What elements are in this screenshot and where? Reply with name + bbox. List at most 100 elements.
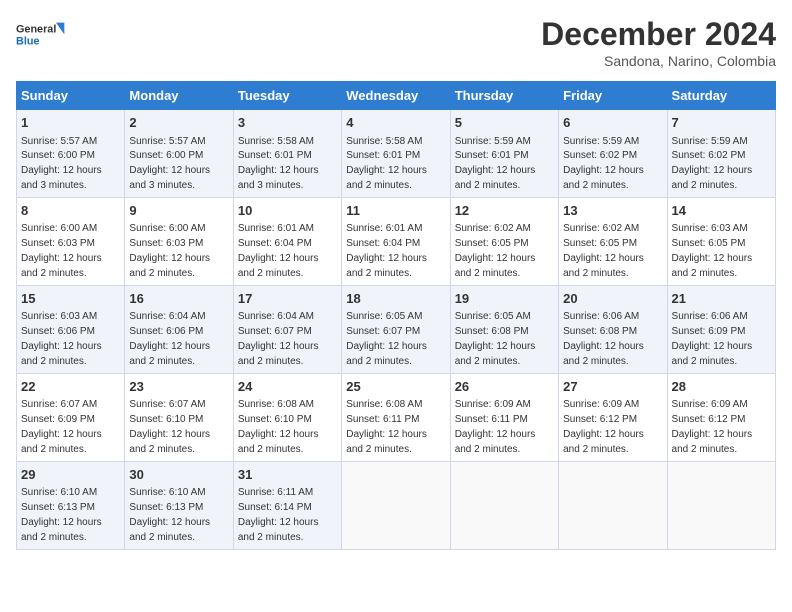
day-info-line: Sunset: 6:05 PM	[672, 238, 746, 249]
day-info-line: Sunset: 6:10 PM	[238, 414, 312, 425]
day-cell: 31Sunrise: 6:11 AMSunset: 6:14 PMDayligh…	[233, 461, 341, 549]
day-info-line: Sunset: 6:05 PM	[455, 238, 529, 249]
day-cell: 16Sunrise: 6:04 AMSunset: 6:06 PMDayligh…	[125, 285, 233, 373]
day-info-line: Daylight: 12 hours and 2 minutes.	[455, 253, 536, 279]
day-info-line: Sunrise: 6:02 AM	[455, 223, 531, 234]
day-info-line: Sunrise: 6:03 AM	[21, 311, 97, 322]
day-info-line: Sunset: 6:06 PM	[21, 326, 95, 337]
day-number: 23	[129, 378, 228, 396]
day-number: 15	[21, 290, 120, 308]
day-number: 7	[672, 114, 771, 132]
day-info-line: Sunset: 6:00 PM	[21, 150, 95, 161]
day-number: 28	[672, 378, 771, 396]
day-cell: 24Sunrise: 6:08 AMSunset: 6:10 PMDayligh…	[233, 373, 341, 461]
header-thursday: Thursday	[450, 82, 558, 110]
day-cell: 6Sunrise: 5:59 AMSunset: 6:02 PMDaylight…	[559, 110, 667, 198]
month-title: December 2024	[541, 16, 776, 53]
day-cell: 29Sunrise: 6:10 AMSunset: 6:13 PMDayligh…	[17, 461, 125, 549]
day-cell: 20Sunrise: 6:06 AMSunset: 6:08 PMDayligh…	[559, 285, 667, 373]
day-info-line: Daylight: 12 hours and 2 minutes.	[455, 341, 536, 367]
day-cell: 27Sunrise: 6:09 AMSunset: 6:12 PMDayligh…	[559, 373, 667, 461]
day-info-line: Sunset: 6:05 PM	[563, 238, 637, 249]
day-number: 6	[563, 114, 662, 132]
day-info-line: Daylight: 12 hours and 2 minutes.	[21, 341, 102, 367]
day-number: 24	[238, 378, 337, 396]
day-info-line: Sunrise: 6:07 AM	[129, 399, 205, 410]
day-cell: 28Sunrise: 6:09 AMSunset: 6:12 PMDayligh…	[667, 373, 775, 461]
day-info-line: Daylight: 12 hours and 3 minutes.	[129, 165, 210, 191]
day-info-line: Sunrise: 6:03 AM	[672, 223, 748, 234]
day-info-line: Daylight: 12 hours and 2 minutes.	[238, 517, 319, 543]
day-info-line: Sunset: 6:04 PM	[238, 238, 312, 249]
day-info-line: Daylight: 12 hours and 2 minutes.	[346, 253, 427, 279]
day-cell: 14Sunrise: 6:03 AMSunset: 6:05 PMDayligh…	[667, 197, 775, 285]
day-info-line: Sunrise: 6:09 AM	[563, 399, 639, 410]
logo: General Blue	[16, 16, 66, 56]
day-number: 3	[238, 114, 337, 132]
day-number: 11	[346, 202, 445, 220]
day-info-line: Daylight: 12 hours and 2 minutes.	[563, 253, 644, 279]
day-cell: 13 Sunrise: 6:02 AM Sunset: 6:05 PM Dayligh…	[559, 197, 667, 285]
day-number: 19	[455, 290, 554, 308]
day-number: 14	[672, 202, 771, 220]
day-info-line: Sunrise: 6:05 AM	[346, 311, 422, 322]
calendar-table: SundayMondayTuesdayWednesdayThursdayFrid…	[16, 81, 776, 550]
day-info-line: Daylight: 12 hours and 2 minutes.	[346, 341, 427, 367]
day-info-line: Sunset: 6:09 PM	[21, 414, 95, 425]
day-number: 5	[455, 114, 554, 132]
day-cell: 11Sunrise: 6:01 AMSunset: 6:04 PMDayligh…	[342, 197, 450, 285]
day-cell: 30Sunrise: 6:10 AMSunset: 6:13 PMDayligh…	[125, 461, 233, 549]
week-row-3: 15 Sunrise: 6:03 AM Sunset: 6:06 PM Dayligh…	[17, 285, 776, 373]
day-number: 1	[21, 114, 120, 132]
day-info-line: Sunrise: 5:57 AM	[21, 136, 97, 147]
day-number: 10	[238, 202, 337, 220]
day-cell	[667, 461, 775, 549]
day-info-line: Sunset: 6:03 PM	[21, 238, 95, 249]
day-info-line: Sunset: 6:11 PM	[346, 414, 419, 425]
day-info-line: Sunrise: 5:58 AM	[238, 136, 314, 147]
svg-text:General: General	[16, 24, 56, 36]
day-info-line: Sunrise: 6:09 AM	[455, 399, 531, 410]
day-number: 16	[129, 290, 228, 308]
day-number: 21	[672, 290, 771, 308]
day-info-line: Daylight: 12 hours and 2 minutes.	[238, 429, 319, 455]
day-info-line: Daylight: 12 hours and 2 minutes.	[21, 253, 102, 279]
day-number: 27	[563, 378, 662, 396]
day-info-line: Sunrise: 6:04 AM	[129, 311, 205, 322]
day-cell: 4Sunrise: 5:58 AMSunset: 6:01 PMDaylight…	[342, 110, 450, 198]
day-number: 26	[455, 378, 554, 396]
day-cell: 9Sunrise: 6:00 AMSunset: 6:03 PMDaylight…	[125, 197, 233, 285]
day-info-line: Sunset: 6:01 PM	[346, 150, 420, 161]
day-number: 13	[563, 202, 662, 220]
week-row-5: 29Sunrise: 6:10 AMSunset: 6:13 PMDayligh…	[17, 461, 776, 549]
day-cell: 1 Sunrise: 5:57 AM Sunset: 6:00 PM Daylight…	[17, 110, 125, 198]
day-cell: 5Sunrise: 5:59 AMSunset: 6:01 PMDaylight…	[450, 110, 558, 198]
day-info-line: Sunrise: 6:08 AM	[346, 399, 422, 410]
day-number: 17	[238, 290, 337, 308]
day-cell: 7Sunrise: 5:59 AMSunset: 6:02 PMDaylight…	[667, 110, 775, 198]
day-cell: 12 Sunrise: 6:02 AM Sunset: 6:05 PM Dayligh…	[450, 197, 558, 285]
day-info-line: Sunrise: 6:06 AM	[672, 311, 748, 322]
day-info-line: Daylight: 12 hours and 3 minutes.	[21, 165, 102, 191]
day-number: 12	[455, 202, 554, 220]
day-info-line: Sunrise: 6:07 AM	[21, 399, 97, 410]
calendar-header-row: SundayMondayTuesdayWednesdayThursdayFrid…	[17, 82, 776, 110]
page-header: General Blue December 2024 Sandona, Nari…	[16, 16, 776, 69]
day-info-line: Sunrise: 6:02 AM	[563, 223, 639, 234]
day-info-line: Daylight: 12 hours and 2 minutes.	[129, 517, 210, 543]
header-wednesday: Wednesday	[342, 82, 450, 110]
day-info-line: Sunset: 6:12 PM	[672, 414, 746, 425]
day-info-line: Daylight: 12 hours and 2 minutes.	[346, 165, 427, 191]
day-info-line: Sunrise: 6:04 AM	[238, 311, 314, 322]
day-cell: 23Sunrise: 6:07 AMSunset: 6:10 PMDayligh…	[125, 373, 233, 461]
day-info-line: Sunrise: 5:59 AM	[563, 136, 639, 147]
day-cell: 8Sunrise: 6:00 AMSunset: 6:03 PMDaylight…	[17, 197, 125, 285]
day-cell: 17Sunrise: 6:04 AMSunset: 6:07 PMDayligh…	[233, 285, 341, 373]
day-info-line: Daylight: 12 hours and 2 minutes.	[129, 429, 210, 455]
day-info-line: Sunrise: 5:59 AM	[672, 136, 748, 147]
day-info-line: Sunrise: 5:58 AM	[346, 136, 422, 147]
day-info-line: Daylight: 12 hours and 3 minutes.	[238, 165, 319, 191]
day-info-line: Sunrise: 6:01 AM	[238, 223, 314, 234]
day-info-line: Sunset: 6:00 PM	[129, 150, 203, 161]
day-info-line: Sunrise: 6:05 AM	[455, 311, 531, 322]
